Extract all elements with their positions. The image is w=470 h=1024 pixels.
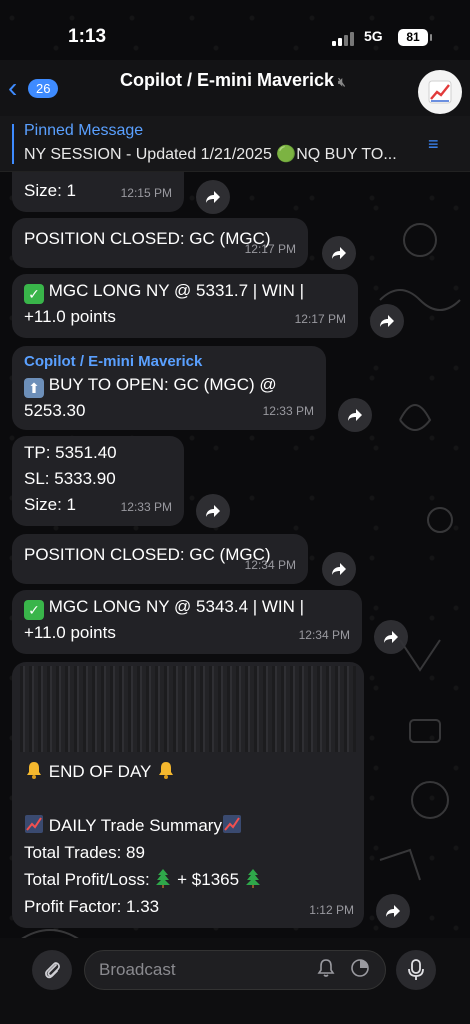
forward-arrow-icon: [348, 409, 362, 421]
forward-button[interactable]: [376, 894, 410, 928]
forward-button[interactable]: [322, 236, 356, 270]
message-bubble[interactable]: ✓ MGC LONG NY @ 5331.7 | WIN | +11.0 poi…: [12, 274, 358, 338]
message-time: 12:34 PM: [298, 628, 350, 642]
forward-button[interactable]: [322, 552, 356, 586]
message-line: +11.0 points: [24, 623, 116, 642]
message-line: BUY TO OPEN: GC (MGC) @: [48, 375, 277, 394]
pinned-text: NY SESSION - Updated 1/21/2025 🟢NQ BUY T…: [24, 146, 397, 163]
schedule-button[interactable]: [350, 958, 370, 983]
chat-title[interactable]: Copilot / E-mini Maverick 🔇︎: [120, 70, 346, 91]
forward-arrow-icon: [332, 563, 346, 575]
profit-factor: Profit Factor: 1.33: [24, 897, 160, 916]
message-bubble[interactable]: Copilot / E-mini Maverick ⬆︎ BUY TO OPEN…: [12, 346, 326, 430]
microphone-icon: [408, 959, 424, 980]
summary-text: END OF DAY DAILY Trade Summary Total Tra…: [24, 758, 354, 920]
up-arrow-icon: ⬆︎: [24, 378, 44, 398]
daily-summary-line: DAILY Trade Summary: [24, 812, 354, 839]
chat-title-text: Copilot / E-mini Maverick: [120, 70, 335, 90]
input-bar: Broadcast: [0, 938, 470, 1024]
network-label: 5G: [364, 28, 383, 44]
forward-arrow-icon: [384, 631, 398, 643]
back-chevron-icon[interactable]: ‹: [8, 74, 17, 102]
muted-icon: 🔇︎: [338, 75, 346, 89]
pinned-indicator: [12, 124, 14, 164]
forward-arrow-icon: [386, 905, 400, 917]
message-line: SL: 5333.90: [24, 469, 116, 488]
message-text: Size: 1: [24, 181, 76, 200]
message-text: POSITION CLOSED: GC (MGC): [24, 545, 271, 564]
forward-button[interactable]: [196, 180, 230, 214]
end-of-day-text: END OF DAY: [48, 762, 152, 781]
timer-icon: [351, 959, 369, 977]
check-mark-icon: ✓: [24, 284, 44, 304]
pinned-label: Pinned Message: [24, 122, 144, 139]
forward-arrow-icon: [206, 505, 220, 517]
message-time: 12:33 PM: [120, 500, 172, 514]
mic-button[interactable]: [396, 950, 436, 990]
sender-name[interactable]: Copilot / E-mini Maverick: [24, 352, 314, 372]
message-bubble[interactable]: POSITION CLOSED: GC (MGC) 12:17 PM: [12, 218, 308, 268]
message-line: MGC LONG NY @ 5331.7 | WIN |: [48, 281, 305, 300]
message-bubble[interactable]: POSITION CLOSED: GC (MGC) 12:34 PM: [12, 534, 308, 584]
status-bar: 1:13 5G 81: [0, 0, 470, 60]
message-line: TP: 5351.40: [24, 443, 117, 462]
forward-button[interactable]: [196, 494, 230, 528]
notification-bell-button[interactable]: [316, 958, 336, 983]
forward-button[interactable]: [374, 620, 408, 654]
message-time: 1:12 PM: [309, 903, 354, 917]
message-time: 12:33 PM: [262, 404, 314, 418]
pinned-list-icon[interactable]: ≡: [428, 134, 439, 155]
paperclip-icon: [45, 962, 60, 979]
unread-count-badge[interactable]: 26: [28, 79, 59, 98]
check-mark-icon: ✓: [24, 600, 44, 620]
message-bubble[interactable]: Size: 1 12:15 PM: [12, 172, 184, 212]
message-line: Size: 1: [24, 495, 76, 514]
forward-arrow-icon: [332, 247, 346, 259]
message-line: 5253.30: [24, 401, 86, 420]
forward-button[interactable]: [370, 304, 404, 338]
message-time: 12:15 PM: [120, 186, 172, 200]
pinned-message-bar[interactable]: Pinned Message NY SESSION - Updated 1/21…: [0, 116, 470, 172]
forward-arrow-icon: [380, 315, 394, 327]
bell-icon: [27, 762, 41, 779]
pnl-value: + $1365: [177, 870, 240, 889]
message-bubble[interactable]: ✓ MGC LONG NY @ 5343.4 | WIN | +11.0 poi…: [12, 590, 362, 654]
bell-outline-icon: [317, 959, 335, 977]
profit-loss-line: Total Profit/Loss: + $1365: [24, 866, 354, 893]
signal-icon: [332, 32, 358, 46]
bell-icon: [158, 762, 173, 779]
message-line: +11.0 points: [24, 307, 116, 326]
tree-icon: [245, 869, 260, 888]
chat-header: ‹ 26 Copilot / E-mini Maverick 🔇︎: [0, 60, 470, 116]
message-time: 12:17 PM: [294, 312, 346, 326]
message-text: POSITION CLOSED: GC (MGC): [24, 229, 271, 248]
forward-arrow-icon: [206, 191, 220, 203]
pnl-label: Total Profit/Loss:: [24, 870, 150, 889]
chart-up-icon: [428, 80, 452, 104]
channel-avatar[interactable]: [418, 70, 462, 114]
forward-button[interactable]: [338, 398, 372, 432]
attach-button[interactable]: [32, 950, 72, 990]
message-time: 12:34 PM: [244, 558, 296, 572]
tree-icon: [156, 869, 171, 888]
battery-icon: 81: [398, 29, 432, 46]
status-time: 1:13: [68, 26, 107, 47]
message-line: MGC LONG NY @ 5343.4 | WIN |: [48, 597, 305, 616]
total-trades: Total Trades: 89: [24, 843, 145, 862]
broadcast-input[interactable]: Broadcast: [84, 950, 386, 990]
daily-summary-text: DAILY Trade Summary: [48, 816, 222, 835]
attached-image-preview[interactable]: [20, 666, 356, 752]
summary-message-bubble[interactable]: END OF DAY DAILY Trade Summary Total Tra…: [12, 662, 364, 928]
end-of-day-line: END OF DAY: [24, 758, 354, 785]
message-bubble[interactable]: TP: 5351.40 SL: 5333.90 Size: 1 12:33 PM: [12, 436, 184, 526]
chart-up-icon: [25, 815, 43, 833]
chart-up-icon: [222, 815, 241, 833]
message-time: 12:17 PM: [244, 242, 296, 256]
